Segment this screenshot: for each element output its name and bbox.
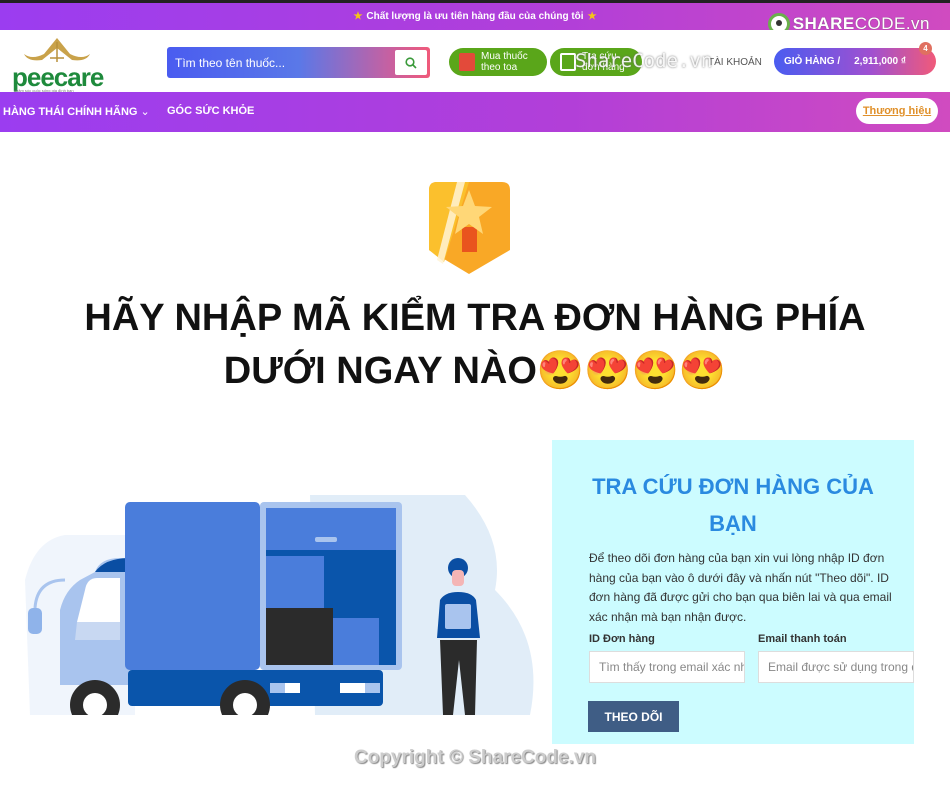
main-nav: HÀNG THÁI CHÍNH HÃNG ⌄ GÓC SỨC KHỎE Thươ… [0, 92, 950, 132]
delivery-truck-illustration [25, 495, 534, 715]
track-button[interactable]: THEO DÕI [588, 701, 679, 732]
cart-button[interactable]: GIỎ HÀNG / 2,911,000 ₫ 4 [774, 42, 936, 75]
star-icon: ★ [353, 11, 363, 22]
order-tracking-panel: TRA CỨU ĐƠN HÀNG CỦA BẠN Để theo dõi đơn… [552, 440, 914, 744]
tracking-title: TRA CỨU ĐƠN HÀNG CỦA BẠN [592, 474, 874, 536]
star-badge-icon [429, 182, 510, 274]
tracking-description: Để theo dõi đơn hàng của bạn xin vui lòn… [589, 551, 892, 624]
order-id-label: ID Đơn hàng [589, 633, 655, 645]
nav-item-health-corner[interactable]: GÓC SỨC KHỎE [167, 105, 254, 117]
promo-bar: ★ Chất lượng là ưu tiên hàng đầu của chú… [0, 3, 950, 35]
order-id-input[interactable]: Tìm thấy trong email xác nhận đơn hàng. [589, 651, 745, 683]
cart-label: GIỎ HÀNG / [784, 56, 841, 67]
cart-amount: 2,911,000 ₫ [854, 56, 906, 67]
billing-email-input[interactable]: Email được sử dụng trong quá trình thanh… [758, 651, 914, 683]
billing-email-label: Email thanh toán [758, 633, 847, 645]
buy-by-prescription-button[interactable]: Mua thuốc theo toa [449, 48, 547, 76]
star-icon: ★ [587, 11, 597, 22]
heart-eyes-emoji: 😍😍😍😍 [536, 350, 727, 392]
prescription-icon [459, 53, 475, 71]
search-button[interactable] [395, 50, 427, 75]
search-icon [405, 56, 417, 69]
promo-text: Chất lượng là ưu tiên hàng đầu của chúng… [366, 11, 584, 22]
search-box[interactable]: Tìm theo tên thuốc... [167, 47, 430, 78]
nav-item-thai-genuine[interactable]: HÀNG THÁI CHÍNH HÃNG ⌄ [3, 105, 150, 118]
clipboard-icon [560, 53, 576, 71]
peecare-logo[interactable]: peecare chăm sóc cuộc sống gia đình bạn [10, 36, 105, 93]
page-headline: HÃY NHẬP MÃ KIỂM TRA ĐƠN HÀNG PHÍA DƯỚI … [84, 297, 866, 392]
chevron-down-icon: ⌄ [140, 106, 150, 118]
account-link[interactable]: TÀI KHOẢN [708, 57, 762, 68]
sharecode-watermark-text: ShareCode.vn [575, 50, 713, 72]
copyright-watermark: Copyright © ShareCode.vn [353, 747, 597, 768]
search-input[interactable]: Tìm theo tên thuốc... [167, 56, 395, 70]
brands-button[interactable]: Thương hiệu [856, 98, 938, 124]
site-header: peecare chăm sóc cuộc sống gia đình bạn … [0, 30, 950, 93]
cart-count-badge: 4 [919, 42, 932, 55]
